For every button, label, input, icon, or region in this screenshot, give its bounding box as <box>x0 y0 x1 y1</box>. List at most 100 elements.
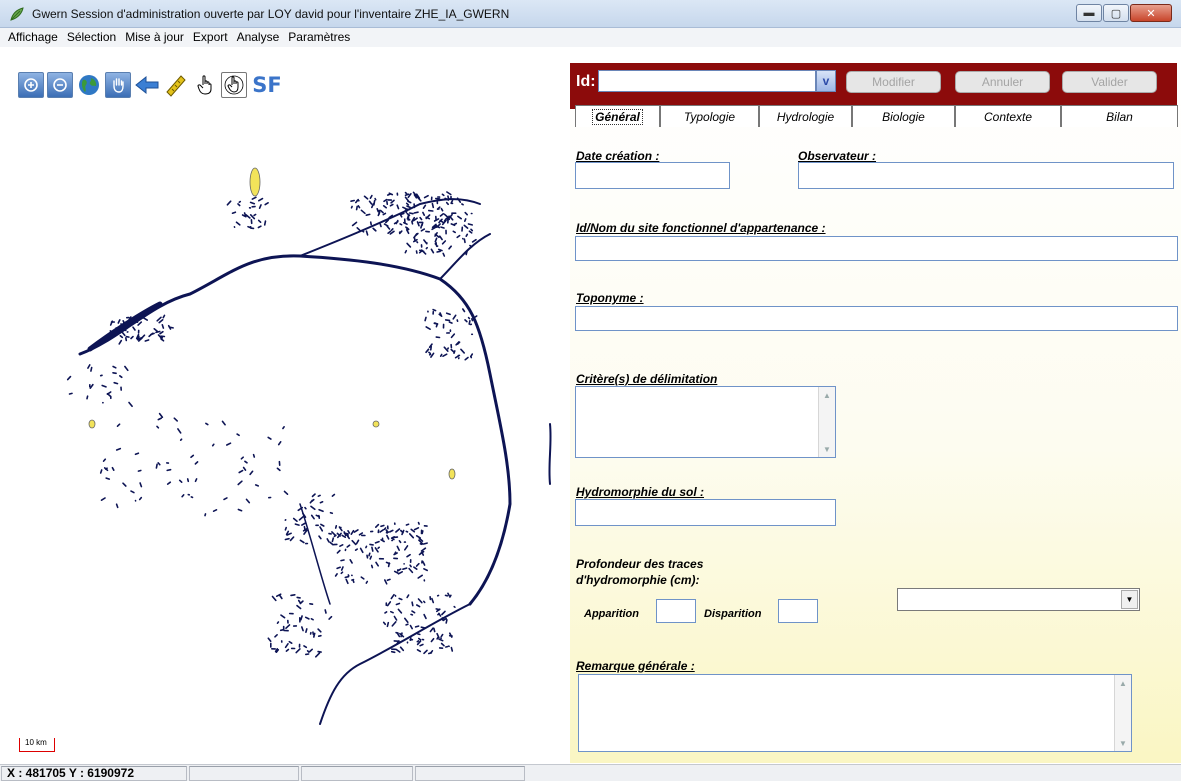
map-canvas[interactable] <box>0 104 568 754</box>
wetland-mark <box>386 578 391 582</box>
wetland-mark <box>436 250 441 253</box>
wetland-mark <box>399 646 405 652</box>
wetland-mark <box>221 420 226 426</box>
wetland-mark <box>369 543 374 546</box>
wetland-mark <box>329 541 334 546</box>
identify-button[interactable] <box>192 72 218 98</box>
menu-affichage[interactable]: Affichage <box>8 28 63 47</box>
hydromorphie-label: Hydromorphie du sol : <box>576 485 705 499</box>
wetland-mark <box>387 230 392 234</box>
chevron-down-icon[interactable]: ▼ <box>1121 590 1138 609</box>
remarque-textarea[interactable]: ▲ ▼ <box>578 674 1132 752</box>
wetland-mark <box>237 480 243 486</box>
annuler-button[interactable]: Annuler <box>955 71 1050 93</box>
valider-button[interactable]: Valider <box>1062 71 1157 93</box>
disparition-field[interactable] <box>778 599 818 623</box>
wetland-mark <box>345 578 349 585</box>
wetland-mark <box>137 321 143 326</box>
river-north <box>299 198 481 257</box>
toponyme-field[interactable] <box>575 306 1178 331</box>
profondeur-label-line2: d'hydromorphie (cm): <box>576 573 700 587</box>
wetland-mark <box>440 207 444 212</box>
wetland-mark <box>358 532 364 536</box>
wetland-mark <box>441 610 446 616</box>
wetland-mark <box>422 211 426 216</box>
tab-contexte[interactable]: Contexte <box>955 105 1061 127</box>
observateur-field[interactable] <box>798 162 1174 189</box>
wetland-mark <box>101 384 107 388</box>
wetland-mark <box>177 428 182 434</box>
zoom-out-button[interactable] <box>47 72 73 98</box>
id-dropdown-button[interactable]: v <box>816 70 836 92</box>
criteres-textarea[interactable]: ▲ ▼ <box>575 386 836 458</box>
criteres-scrollbar[interactable]: ▲ ▼ <box>818 387 835 457</box>
wetland-mark <box>87 364 91 369</box>
wetland-mark <box>396 545 400 551</box>
status-cell-2 <box>189 766 299 781</box>
wetland-mark <box>240 456 244 460</box>
remarque-scrollbar[interactable]: ▲ ▼ <box>1114 675 1131 751</box>
menu-export[interactable]: Export <box>193 28 233 47</box>
tab-typologie[interactable]: Typologie <box>660 105 759 127</box>
wetland-mark <box>444 319 451 322</box>
pan-button[interactable] <box>105 72 131 98</box>
wetland-mark <box>100 497 106 501</box>
apparition-label: Apparition <box>584 608 639 620</box>
tab-bilan[interactable]: Bilan <box>1061 105 1178 127</box>
status-bar: X : 481705 Y : 6190972 <box>0 764 1181 781</box>
menu-mise-a-jour[interactable]: Mise à jour <box>125 28 189 47</box>
wetland-mark <box>382 212 387 216</box>
menu-parametres[interactable]: Paramètres <box>288 28 355 47</box>
wetland-mark <box>368 200 373 205</box>
scroll-down-icon[interactable]: ▼ <box>819 441 835 457</box>
sf-button[interactable]: SF <box>250 72 284 98</box>
scroll-up-icon[interactable]: ▲ <box>819 387 835 403</box>
tab-biologie[interactable]: Biologie <box>852 105 955 127</box>
previous-extent-button[interactable] <box>134 72 160 98</box>
site-fonctionnel-field[interactable] <box>575 236 1178 261</box>
modifier-button[interactable]: Modifier <box>846 71 941 93</box>
profondeur-select[interactable]: ▼ <box>897 588 1140 611</box>
minimize-button[interactable]: ▬ <box>1076 4 1102 22</box>
wetland-mark <box>352 579 355 584</box>
wetland-mark <box>317 628 322 633</box>
close-button[interactable]: ✕ <box>1130 4 1172 22</box>
wetland-mark <box>284 643 289 649</box>
menu-selection[interactable]: Sélection <box>67 28 121 47</box>
wetland-mark <box>370 564 374 569</box>
menu-analyse[interactable]: Analyse <box>237 28 285 47</box>
wetland-mark <box>290 594 296 597</box>
wetland-mark <box>158 319 164 324</box>
zoom-in-button[interactable] <box>18 72 44 98</box>
tab-hydrologie[interactable]: Hydrologie <box>759 105 852 127</box>
tab-general[interactable]: Général <box>575 105 660 127</box>
scroll-up-icon[interactable]: ▲ <box>1115 675 1131 691</box>
wetland-mark <box>413 211 419 214</box>
wetland-mark <box>431 597 435 604</box>
wetland-mark <box>355 539 360 545</box>
wetland-mark <box>382 621 387 626</box>
hydromorphie-field[interactable] <box>575 499 836 526</box>
wetland-mark <box>436 636 439 640</box>
wetland-mark <box>155 463 158 469</box>
wetland-mark <box>128 401 133 408</box>
wetland-mark <box>205 422 209 426</box>
apparition-field[interactable] <box>656 599 696 623</box>
wetland-mark <box>420 228 426 232</box>
wetland-mark <box>441 617 444 621</box>
wetland-mark <box>422 562 426 566</box>
full-extent-button[interactable] <box>76 72 102 98</box>
date-creation-field[interactable] <box>575 162 730 189</box>
wetland-mark <box>467 223 473 226</box>
wetland-mark <box>415 562 420 567</box>
measure-button[interactable] <box>163 72 189 98</box>
wetland-mark <box>354 548 358 551</box>
select-button[interactable] <box>221 72 247 98</box>
wetland-mark <box>416 241 419 244</box>
scroll-down-icon[interactable]: ▼ <box>1115 735 1131 751</box>
remarque-label: Remarque générale : <box>576 659 695 673</box>
wetland-mark <box>449 594 452 598</box>
maximize-button[interactable]: ▢ <box>1103 4 1129 22</box>
id-input[interactable] <box>598 70 816 92</box>
wetland-mark <box>422 542 428 545</box>
